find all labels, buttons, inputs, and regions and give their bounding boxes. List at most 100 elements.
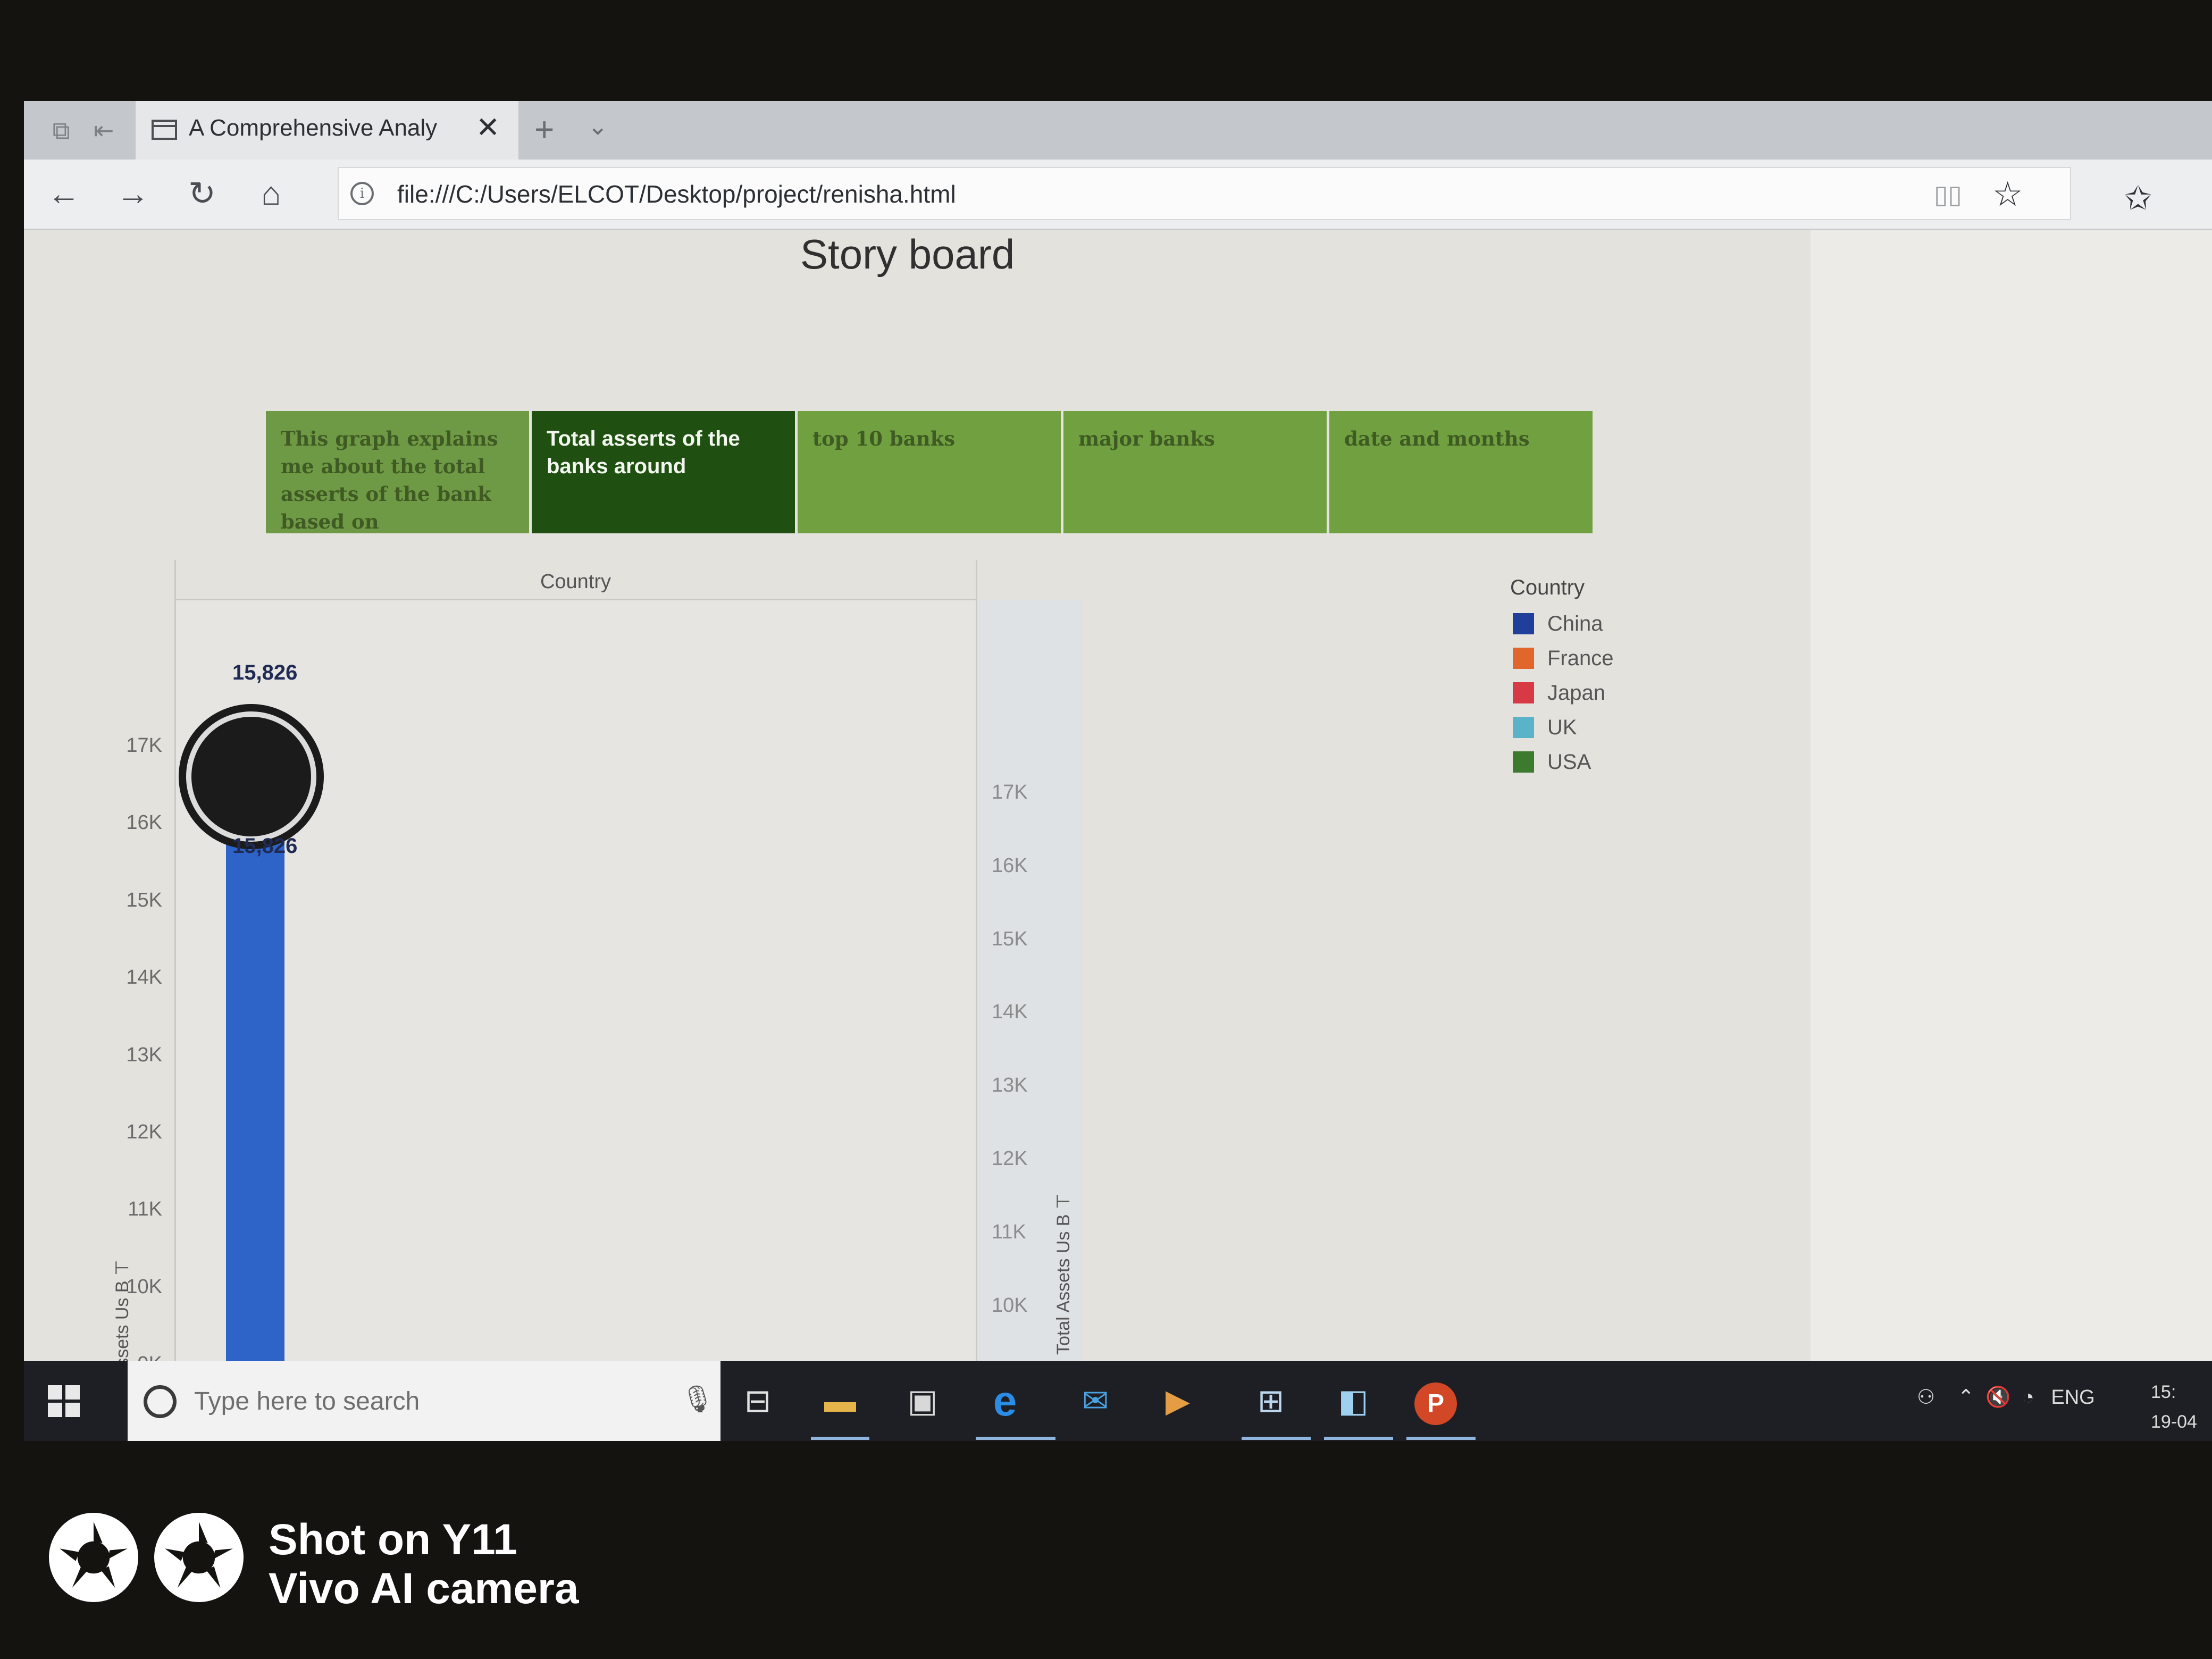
browser-window: ⧉ ⇤ A Comprehensive Analy ✕ + ⌄ ← → ↻ ⌂ …: [24, 101, 2212, 1441]
reading-view-icon[interactable]: ▯▯: [1934, 180, 1962, 210]
legend-swatch[interactable]: [1513, 648, 1534, 669]
data-label-top: 15,826: [232, 661, 298, 684]
clock[interactable]: 15: 19-04: [2151, 1377, 2197, 1437]
taskbar-search-box[interactable]: Type here to search 🎙: [128, 1361, 720, 1441]
forward-icon[interactable]: →: [109, 170, 157, 218]
navigation-bar: ← → ↻ ⌂ i file:///C:/Users/ELCOT/Desktop…: [24, 160, 2212, 230]
set-aside-tabs-icon[interactable]: ⇤: [88, 117, 120, 144]
active-app-indicator: [976, 1437, 1055, 1440]
page-title: Story board: [800, 231, 1015, 278]
file-explorer-icon[interactable]: ▬: [811, 1375, 869, 1428]
right-axis-tick-label: 16K: [992, 854, 1028, 877]
favorites-list-icon[interactable]: ✩: [2124, 179, 2152, 217]
legend-item-label[interactable]: France: [1547, 647, 1614, 671]
language-indicator[interactable]: ENG: [2051, 1386, 2094, 1409]
cortana-icon[interactable]: [144, 1385, 177, 1418]
left-axis-tick-label: 11K: [128, 1198, 162, 1221]
story-tab-major-banks[interactable]: major banks: [1063, 411, 1327, 533]
right-axis-tick-label: 10K: [992, 1294, 1028, 1317]
story-tab-label: top 10 banks: [812, 427, 956, 450]
legend-item-label[interactable]: China: [1547, 612, 1603, 636]
chart-plot-area: [175, 600, 976, 1441]
close-tab-icon[interactable]: ✕: [476, 111, 500, 144]
legend-swatch[interactable]: [1513, 613, 1534, 634]
legend-swatch[interactable]: [1513, 717, 1534, 738]
camera-shutter-logo: [49, 1513, 138, 1602]
selected-mark-indicator[interactable]: [186, 711, 316, 842]
windows-start-icon[interactable]: [48, 1385, 80, 1417]
story-tab-label: major banks: [1078, 427, 1215, 450]
left-axis-tick-label: 17K: [126, 734, 162, 757]
running-app-indicator: [811, 1437, 869, 1440]
story-tab-description[interactable]: This graph explains me about the total a…: [266, 411, 529, 533]
wifi-icon[interactable]: ◔: [2022, 1386, 2034, 1409]
chart-top-border: [175, 599, 976, 600]
show-hidden-icons-chevron-icon[interactable]: ⌃: [1957, 1386, 1974, 1409]
watermark-line-2: Vivo AI camera: [269, 1564, 579, 1613]
tab-preview-icon[interactable]: ⧉: [45, 117, 77, 144]
chart-left-border: [174, 560, 176, 1441]
camera-shutter-logo: [154, 1513, 244, 1602]
system-tray[interactable]: ⚇ ⌃ 🔇 ◔ ENG: [1917, 1385, 2095, 1409]
legend-swatch[interactable]: [1513, 682, 1534, 703]
address-bar[interactable]: i file:///C:/Users/ELCOT/Desktop/project…: [338, 167, 2071, 220]
story-tab-total-asserts[interactable]: Total asserts of the banks around: [532, 411, 795, 533]
left-axis-tick-label: 12K: [126, 1121, 162, 1143]
legend-swatch[interactable]: [1513, 751, 1534, 773]
favorite-star-icon[interactable]: ☆: [1992, 174, 2023, 214]
left-axis-tick-label: 15K: [126, 889, 162, 911]
page-background-strip: [1811, 230, 2212, 1441]
tab-bar: ⧉ ⇤ A Comprehensive Analy ✕ + ⌄: [24, 101, 2212, 160]
watermark-line-1: Shot on Y11: [269, 1515, 517, 1564]
y-axis-label-right: Total Assets Us B ⊤: [1053, 1193, 1074, 1355]
story-tab-label: Total asserts of the banks around: [547, 427, 740, 478]
story-tab-label: date and months: [1344, 427, 1530, 450]
page-icon: [152, 120, 177, 140]
bar-china[interactable]: [226, 836, 284, 1441]
clock-date: 19-04: [2151, 1412, 2197, 1432]
people-icon[interactable]: ⚇: [1917, 1386, 1935, 1409]
tab-title: A Comprehensive Analy: [189, 115, 438, 141]
microphone-icon[interactable]: 🎙: [681, 1384, 714, 1415]
clock-time: 15:: [2151, 1382, 2176, 1402]
notes-app-icon[interactable]: ◧: [1324, 1375, 1382, 1428]
right-axis-tick-label: 17K: [992, 781, 1028, 803]
refresh-icon[interactable]: ↻: [178, 170, 226, 218]
left-axis-tick-label: 13K: [126, 1043, 162, 1066]
media-player-icon[interactable]: ▶: [1149, 1375, 1207, 1428]
column-header: Country: [540, 571, 611, 593]
taskbar: Type here to search 🎙 ⊟ ▬ ▣ e ✉ ▶ ⊞ ◧ P …: [24, 1361, 2212, 1441]
url-text[interactable]: file:///C:/Users/ELCOT/Desktop/project/r…: [397, 180, 956, 208]
story-tab-top-10-banks[interactable]: top 10 banks: [798, 411, 1061, 533]
browser-tab[interactable]: A Comprehensive Analy ✕: [136, 101, 518, 160]
left-axis-tick-label: 16K: [126, 811, 162, 834]
edge-browser-icon[interactable]: e: [976, 1375, 1034, 1428]
story-tab-date-and-months[interactable]: date and months: [1329, 411, 1593, 533]
powerpoint-icon[interactable]: P: [1406, 1375, 1465, 1428]
page-content: Story board This graph explains me about…: [24, 230, 2212, 1441]
tab-list-chevron-icon[interactable]: ⌄: [588, 112, 608, 140]
home-icon[interactable]: ⌂: [247, 170, 295, 218]
right-axis-tick-label: 14K: [992, 1001, 1028, 1024]
camera-watermark: Shot on Y11 Vivo AI camera: [269, 1515, 579, 1613]
right-axis-tick-label: 12K: [992, 1147, 1028, 1170]
data-label-bottom: 15,826: [232, 834, 298, 858]
chart-pane-divider: [976, 560, 977, 1441]
mail-icon[interactable]: ✉: [1066, 1375, 1125, 1428]
running-app-indicator: [1242, 1437, 1311, 1440]
search-placeholder[interactable]: Type here to search: [194, 1387, 420, 1416]
info-icon[interactable]: i: [350, 182, 374, 205]
back-icon[interactable]: ←: [40, 170, 88, 218]
store-icon[interactable]: ▣: [893, 1375, 952, 1428]
right-axis-tick-label: 11K: [992, 1220, 1026, 1243]
legend-item-label[interactable]: USA: [1547, 750, 1591, 774]
volume-muted-icon[interactable]: 🔇: [1985, 1386, 2010, 1409]
legend-item-label[interactable]: UK: [1547, 716, 1577, 740]
snipping-tool-icon[interactable]: ⊞: [1242, 1375, 1300, 1428]
task-view-icon[interactable]: ⊟: [728, 1375, 787, 1428]
new-tab-icon[interactable]: +: [534, 110, 554, 149]
running-app-indicator: [1406, 1437, 1476, 1440]
legend-item-label[interactable]: Japan: [1547, 681, 1605, 705]
right-axis-tick-label: 15K: [992, 927, 1028, 950]
left-axis-tick-label: 14K: [126, 966, 162, 989]
